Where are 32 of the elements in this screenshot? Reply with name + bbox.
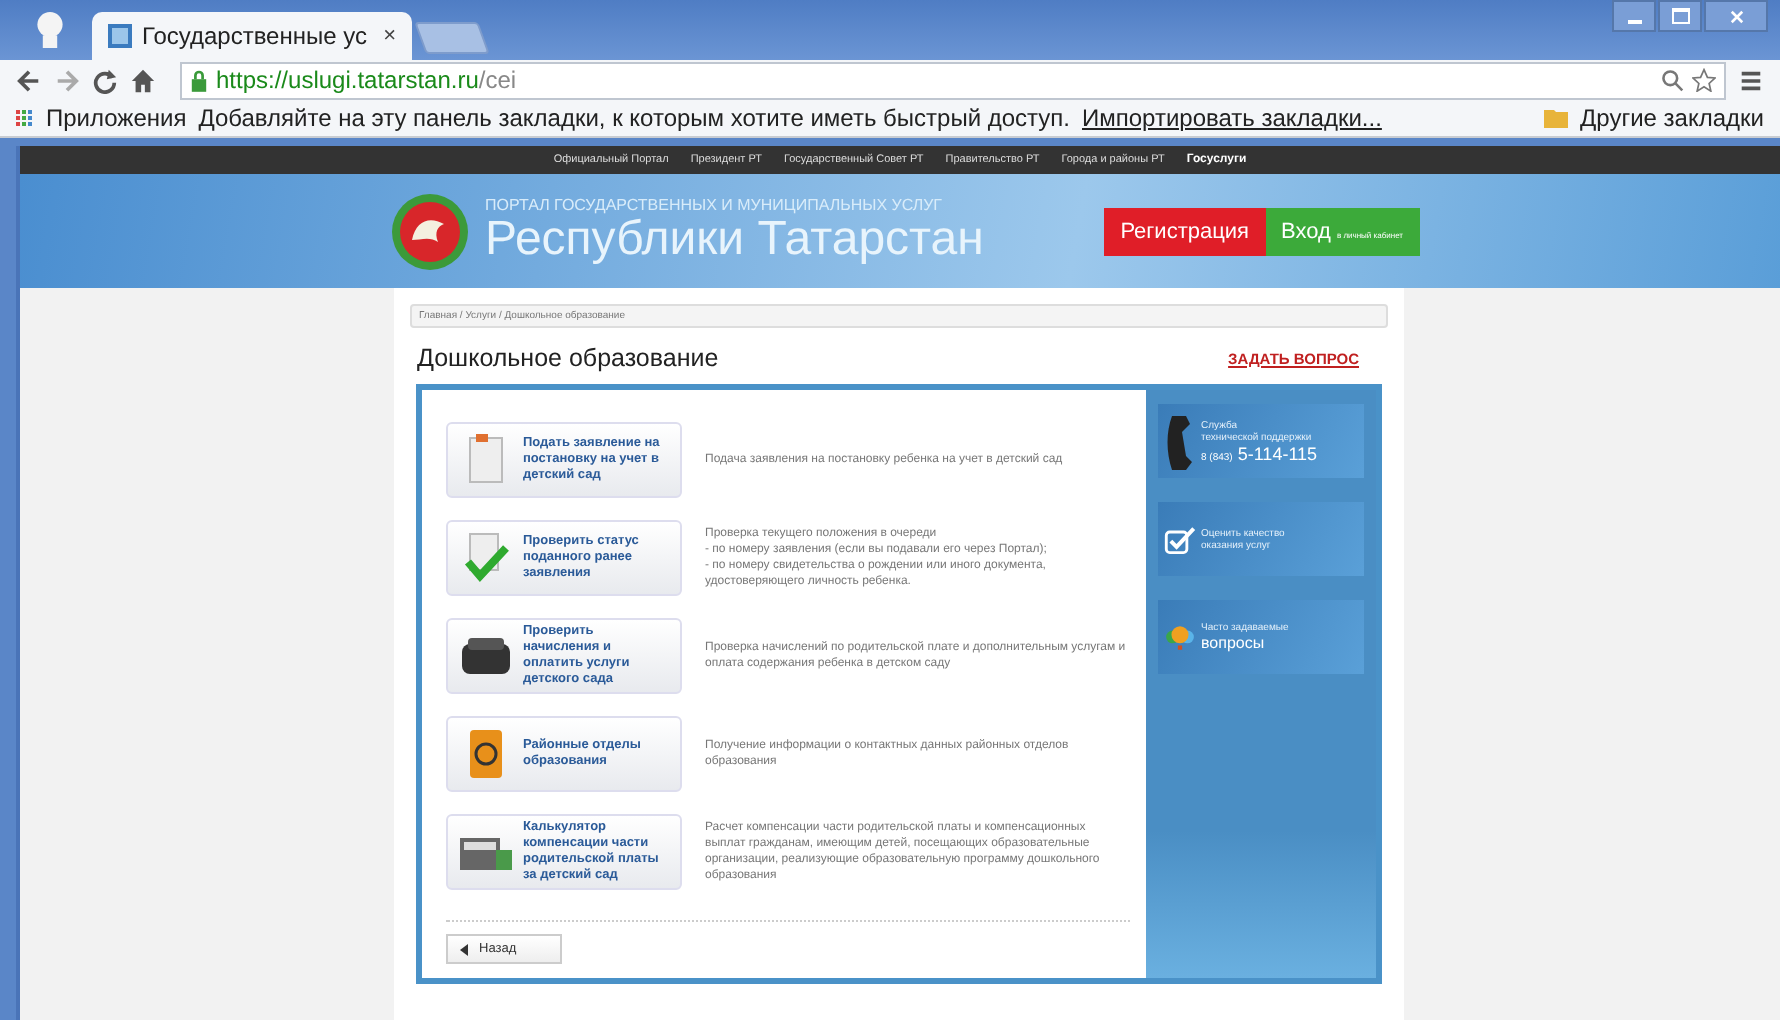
profile-icon[interactable] (32, 8, 68, 52)
maximize-button[interactable] (1658, 0, 1702, 32)
address-bar[interactable]: https://uslugi.tatarstan.ru/cei (180, 61, 1726, 99)
home-icon[interactable] (130, 67, 156, 93)
close-button[interactable] (1704, 0, 1768, 32)
registration-button[interactable]: Регистрация (1104, 207, 1265, 255)
minimize-button[interactable] (1612, 0, 1656, 32)
phone-handset-icon (1163, 411, 1195, 471)
emblem-icon (389, 191, 469, 271)
import-bookmarks-link[interactable]: Импортировать закладки... (1082, 104, 1382, 132)
tab-title: Государственные ус (142, 22, 369, 50)
page-title: Дошкольное образование (417, 344, 719, 372)
tile-heading: вопросы (1201, 634, 1267, 652)
menu-icon[interactable] (1738, 67, 1764, 93)
zoom-icon[interactable] (1660, 68, 1684, 92)
site-icon (108, 24, 132, 48)
caret-icon (459, 943, 467, 955)
apps-grid-icon[interactable] (16, 109, 34, 127)
bookmarks-prompt: Добавляйте на эту панель закладки, к которым хотите иметь быстрый доступ. (198, 104, 1070, 132)
close-icon (1729, 9, 1743, 23)
folder-icon (1544, 108, 1569, 128)
back-arrow-icon[interactable] (16, 67, 42, 93)
url-text: https://uslugi.tatarstan.ru/cei (216, 66, 517, 94)
tab-close-button[interactable]: × (383, 24, 396, 48)
browser-tab[interactable]: Государственные ус × (92, 12, 412, 60)
reload-icon[interactable] (92, 67, 118, 93)
star-icon[interactable] (1692, 68, 1716, 92)
portal-title: Республики Татарстан (485, 214, 984, 266)
apps-link[interactable]: Приложения (46, 104, 187, 132)
lock-icon (190, 69, 208, 91)
portal-subtitle: ПОРТАЛ ГОСУДАРСТВЕННЫХ И МУНИЦИПАЛЬНЫХ УСЛУГ (485, 196, 945, 214)
other-bookmarks-link[interactable]: Другие закладки (1580, 104, 1764, 132)
